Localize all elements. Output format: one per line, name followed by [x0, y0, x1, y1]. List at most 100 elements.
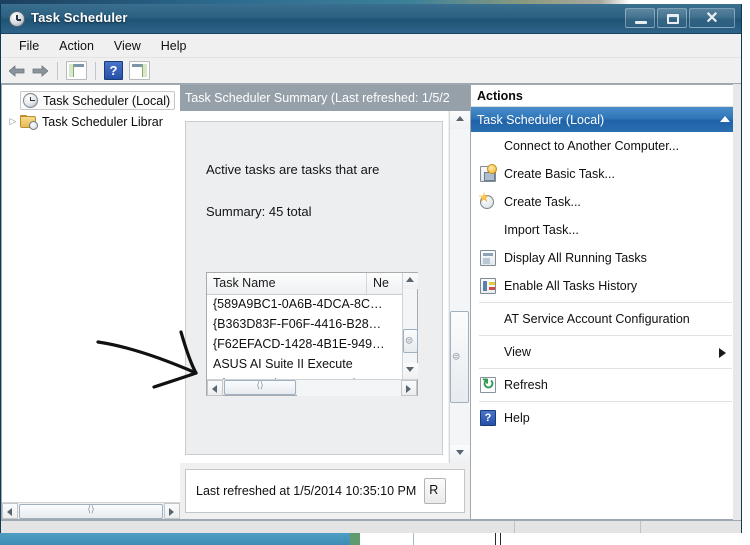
divider	[479, 401, 732, 402]
summary-vertical-scrollbar[interactable]	[449, 111, 470, 463]
close-button[interactable]: ✕	[689, 8, 735, 28]
help-icon[interactable]: ?	[104, 61, 123, 80]
enable-history-icon	[476, 277, 504, 295]
create-basic-task-icon	[476, 164, 504, 183]
scroll-down-button[interactable]	[403, 363, 418, 379]
action-create-basic-task[interactable]: Create Basic Task...	[471, 160, 740, 188]
clock-icon	[9, 11, 25, 27]
refresh-button[interactable]: R	[424, 478, 447, 504]
no-icon	[476, 343, 504, 361]
menu-item-view[interactable]: View	[104, 36, 151, 56]
toolbar-separator-2	[95, 61, 96, 80]
menu-item-file[interactable]: File	[9, 36, 49, 56]
toolbar: ?	[1, 58, 741, 84]
scroll-thumb[interactable]	[19, 503, 163, 519]
scroll-up-button[interactable]	[450, 111, 470, 129]
summary-pane: Task Scheduler Summary (Last refreshed: …	[180, 84, 470, 520]
action-at-service-account-configuration[interactable]: AT Service Account Configuration	[471, 305, 740, 333]
taskbar-divider-2	[495, 533, 496, 545]
screen: Task Scheduler ✕ File Action View Help ?…	[0, 0, 750, 545]
taskbar-item[interactable]	[350, 533, 360, 545]
window-vertical-scrollbar[interactable]	[733, 84, 741, 520]
scroll-left-button[interactable]	[207, 379, 223, 396]
clock-icon	[23, 93, 38, 108]
action-view[interactable]: View	[471, 338, 740, 366]
toolbar-separator	[57, 61, 58, 80]
refresh-icon	[476, 375, 504, 394]
minimize-icon	[635, 21, 647, 24]
show-hide-action-pane-icon[interactable]	[129, 61, 150, 80]
grid-horizontal-scrollbar[interactable]	[207, 379, 417, 396]
column-header-task-name[interactable]: Task Name	[207, 273, 367, 294]
table-row[interactable]: {F62EFACD-1428-4B1E-949…	[207, 335, 417, 355]
sidebar-item-task-scheduler-library[interactable]: ▷ Task Scheduler Librar	[2, 111, 180, 132]
window-title: Task Scheduler	[31, 10, 128, 25]
minimize-button[interactable]	[625, 8, 655, 28]
forward-arrow-icon[interactable]	[29, 61, 51, 81]
action-create-task[interactable]: Create Task...	[471, 188, 740, 216]
summary-card: Active tasks are tasks that are Summary:…	[185, 121, 443, 455]
action-refresh[interactable]: Refresh	[471, 371, 740, 399]
maximize-icon	[667, 14, 679, 24]
action-label: Create Basic Task...	[504, 167, 615, 181]
back-arrow-icon[interactable]	[6, 61, 28, 81]
grid-vertical-scrollbar[interactable]	[402, 273, 418, 379]
summary-header: Task Scheduler Summary (Last refreshed: …	[180, 85, 470, 111]
menu-item-help[interactable]: Help	[151, 36, 197, 56]
action-display-all-running-tasks[interactable]: Display All Running Tasks	[471, 244, 740, 272]
scroll-up-button[interactable]	[403, 273, 418, 289]
action-label: AT Service Account Configuration	[504, 312, 690, 326]
taskbar-divider	[413, 533, 414, 545]
sidebar-item-task-scheduler-local[interactable]: Task Scheduler (Local)	[2, 90, 180, 111]
table-row[interactable]: ASUS AI Suite II Execute	[207, 355, 417, 375]
menu-bar: File Action View Help	[1, 34, 741, 58]
menu-item-action[interactable]: Action	[49, 36, 104, 56]
tree-horizontal-scrollbar[interactable]	[2, 502, 180, 519]
table-row[interactable]: {589A9BC1-0A6B-4DCA-8C…	[207, 295, 417, 315]
scroll-thumb[interactable]	[224, 380, 296, 395]
actions-pane-title: Actions	[471, 85, 740, 107]
create-task-icon	[476, 193, 504, 211]
status-text: Last refreshed at 1/5/2014 10:35:10 PM	[196, 484, 417, 498]
folder-clock-icon	[20, 114, 38, 130]
action-label: Help	[504, 411, 530, 425]
grid-header-row: Task Name Ne	[207, 273, 417, 295]
divider	[479, 335, 732, 336]
chevron-right-icon[interactable]: ▷	[6, 116, 20, 127]
last-refreshed-status: Last refreshed at 1/5/2014 10:35:10 PM R	[185, 469, 465, 513]
content-area: Task Scheduler (Local) ▷ Task Scheduler …	[1, 84, 741, 520]
scroll-right-button[interactable]	[164, 503, 180, 519]
task-scheduler-window: Task Scheduler ✕ File Action View Help ?…	[0, 4, 742, 542]
scroll-right-button[interactable]	[401, 379, 417, 396]
chevron-up-icon[interactable]	[720, 116, 730, 122]
table-row[interactable]: {B363D83F-F06F-4416-B28…	[207, 315, 417, 335]
action-help[interactable]: ? Help	[471, 404, 740, 432]
no-icon	[476, 221, 504, 239]
close-icon: ✕	[705, 10, 719, 27]
scroll-left-button[interactable]	[2, 503, 18, 519]
maximize-button[interactable]	[657, 8, 687, 28]
help-icon: ?	[476, 409, 504, 427]
console-tree-pane: Task Scheduler (Local) ▷ Task Scheduler …	[1, 84, 180, 520]
actions-pane: Actions Task Scheduler (Local) Connect t…	[470, 84, 741, 520]
scroll-down-button[interactable]	[450, 445, 470, 463]
action-label: Enable All Tasks History	[504, 279, 638, 293]
scroll-track[interactable]	[297, 379, 401, 396]
action-enable-all-tasks-history[interactable]: Enable All Tasks History	[471, 272, 740, 300]
action-label: Create Task...	[504, 195, 581, 209]
show-hide-console-tree-icon[interactable]	[66, 61, 87, 80]
action-label: Import Task...	[504, 223, 579, 237]
summary-body: Active tasks are tasks that are Summary:…	[180, 111, 448, 463]
action-import-task[interactable]: Import Task...	[471, 216, 740, 244]
actions-group-header[interactable]: Task Scheduler (Local)	[471, 107, 740, 132]
scroll-thumb[interactable]	[450, 311, 469, 403]
action-label: Refresh	[504, 378, 548, 392]
action-label: Connect to Another Computer...	[504, 139, 680, 153]
taskbar-divider-3	[500, 533, 501, 545]
action-connect-to-another-computer[interactable]: Connect to Another Computer...	[471, 132, 740, 160]
divider	[479, 368, 732, 369]
task-list-grid[interactable]: Task Name Ne {589A9BC1-0A6B-4DCA-8C… {B3…	[206, 272, 418, 396]
sidebar-item-label: Task Scheduler (Local)	[43, 93, 171, 108]
taskbar-background	[0, 533, 350, 545]
scroll-thumb[interactable]	[403, 329, 418, 353]
